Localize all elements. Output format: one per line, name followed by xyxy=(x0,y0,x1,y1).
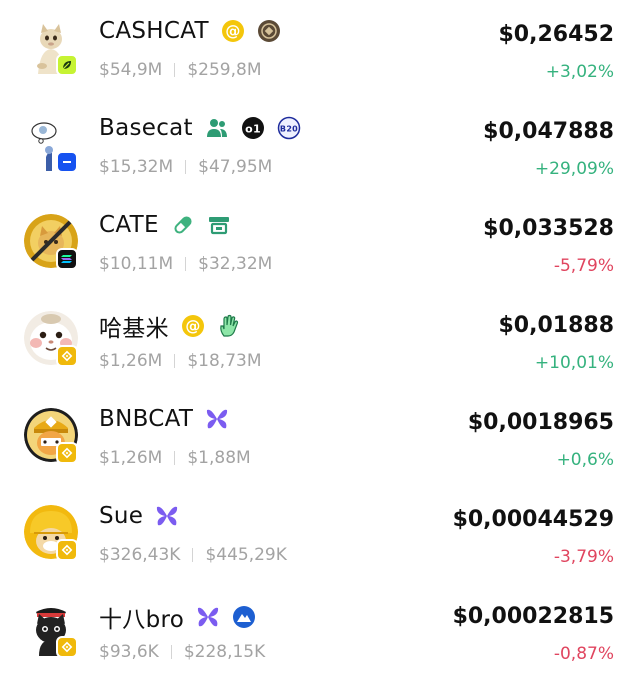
token-name-label: 哈基米 xyxy=(99,316,169,342)
token-price: $0,00044529 xyxy=(452,507,614,532)
token-name: Basecat o1 B20 xyxy=(99,115,301,141)
token-name: 哈基米 @ xyxy=(99,309,241,343)
bnb-chain-icon xyxy=(56,442,78,464)
token-name-label: BNBCAT xyxy=(99,406,194,432)
token-name: CATE xyxy=(99,212,231,238)
leaf-chain-icon xyxy=(56,54,78,76)
hand-wave-icon xyxy=(217,314,241,338)
mountain-badge-icon xyxy=(232,605,256,629)
token-row-18bro[interactable]: 十八bro $93,6K $228,15K $0,00022815 -0,87% xyxy=(0,590,640,686)
at-sign-icon: @ xyxy=(221,19,245,43)
token-price: $0,047888 xyxy=(483,119,614,144)
token-stats: $10,11M $32,32M xyxy=(99,254,272,274)
divider xyxy=(174,451,176,465)
market-cap: $54,9M xyxy=(99,60,163,80)
price-change: +10,01% xyxy=(534,353,614,373)
divider xyxy=(185,160,187,174)
token-price: $0,26452 xyxy=(498,22,614,47)
divider xyxy=(170,645,172,659)
bnb-chain-icon xyxy=(56,345,78,367)
token-name: Sue xyxy=(99,503,179,529)
token-price: $0,033528 xyxy=(483,216,614,241)
o1-badge-icon: o1 xyxy=(241,116,265,140)
solana-chain-icon xyxy=(56,248,78,270)
volume: $18,73M xyxy=(187,351,262,371)
base-chain-icon xyxy=(56,151,78,173)
token-stats: $1,26M $18,73M xyxy=(99,351,262,371)
market-cap: $1,26M xyxy=(99,351,163,371)
volume: $32,32M xyxy=(198,254,273,274)
market-cap: $93,6K xyxy=(99,642,159,662)
volume: $228,15K xyxy=(183,642,266,662)
price-change: +3,02% xyxy=(545,62,614,82)
divider xyxy=(185,257,187,271)
token-name-label: Sue xyxy=(99,503,144,529)
svg-text:o1: o1 xyxy=(245,123,261,136)
b20-badge-icon: B20 xyxy=(277,116,301,140)
volume: $259,8M xyxy=(187,60,262,80)
token-row-hajimi[interactable]: 哈基米 @ $1,26M $18,73M $0,01888 +10,01% xyxy=(0,299,640,395)
divider xyxy=(192,548,194,562)
bnb-chain-icon xyxy=(56,539,78,561)
dex-badge-icon xyxy=(257,19,281,43)
butterfly-icon xyxy=(155,504,179,528)
price-change: -0,87% xyxy=(553,644,614,664)
price-change: +0,6% xyxy=(556,450,614,470)
token-row-basecat[interactable]: Basecat o1 B20 $15,32M $47,95M $0,047888… xyxy=(0,105,640,201)
token-price: $0,00022815 xyxy=(452,604,614,629)
svg-text:B20: B20 xyxy=(280,125,298,134)
token-row-sue[interactable]: Sue $326,43K $445,29K $0,00044529 -3,79% xyxy=(0,493,640,589)
token-row-cate[interactable]: CATE $10,11M $32,32M $0,033528 -5,79% xyxy=(0,202,640,298)
token-name-label: Basecat xyxy=(99,115,193,141)
divider xyxy=(174,63,176,77)
bnb-chain-icon xyxy=(56,636,78,658)
volume: $1,88M xyxy=(187,448,251,468)
token-name-label: CATE xyxy=(99,212,159,238)
butterfly-icon xyxy=(205,407,229,431)
market-cap: $10,11M xyxy=(99,254,174,274)
token-name: CASHCAT @ xyxy=(99,18,281,44)
price-change: +29,09% xyxy=(534,159,614,179)
token-row-cashcat[interactable]: CASHCAT @ $54,9M $259,8M $0,26452 +3,02% xyxy=(0,8,640,104)
token-row-bnbcat[interactable]: BNBCAT $1,26M $1,88M $0,0018965 +0,6% xyxy=(0,396,640,492)
volume: $445,29K xyxy=(205,545,287,565)
token-price: $0,0018965 xyxy=(467,410,614,435)
butterfly-icon xyxy=(196,605,220,629)
token-stats: $54,9M $259,8M xyxy=(99,60,262,80)
token-stats: $93,6K $228,15K xyxy=(99,642,265,662)
at-sign-icon: @ xyxy=(181,314,205,338)
token-stats: $326,43K $445,29K xyxy=(99,545,287,565)
market-cap: $1,26M xyxy=(99,448,163,468)
divider xyxy=(174,354,176,368)
svg-text:@: @ xyxy=(185,317,200,335)
token-name: BNBCAT xyxy=(99,406,229,432)
market-cap: $15,32M xyxy=(99,157,174,177)
token-list: CASHCAT @ $54,9M $259,8M $0,26452 +3,02% xyxy=(0,0,640,680)
token-name: 十八bro xyxy=(99,600,256,634)
token-stats: $1,26M $1,88M xyxy=(99,448,251,468)
svg-text:@: @ xyxy=(225,22,240,40)
launchpad-icon xyxy=(207,213,231,237)
price-change: -5,79% xyxy=(553,256,614,276)
market-cap: $326,43K xyxy=(99,545,181,565)
community-icon xyxy=(205,116,229,140)
volume: $47,95M xyxy=(198,157,273,177)
pill-icon xyxy=(171,213,195,237)
token-price: $0,01888 xyxy=(498,313,614,338)
token-name-label: CASHCAT xyxy=(99,18,209,44)
token-stats: $15,32M $47,95M xyxy=(99,157,272,177)
token-name-label: 十八bro xyxy=(99,607,185,633)
price-change: -3,79% xyxy=(553,547,614,567)
